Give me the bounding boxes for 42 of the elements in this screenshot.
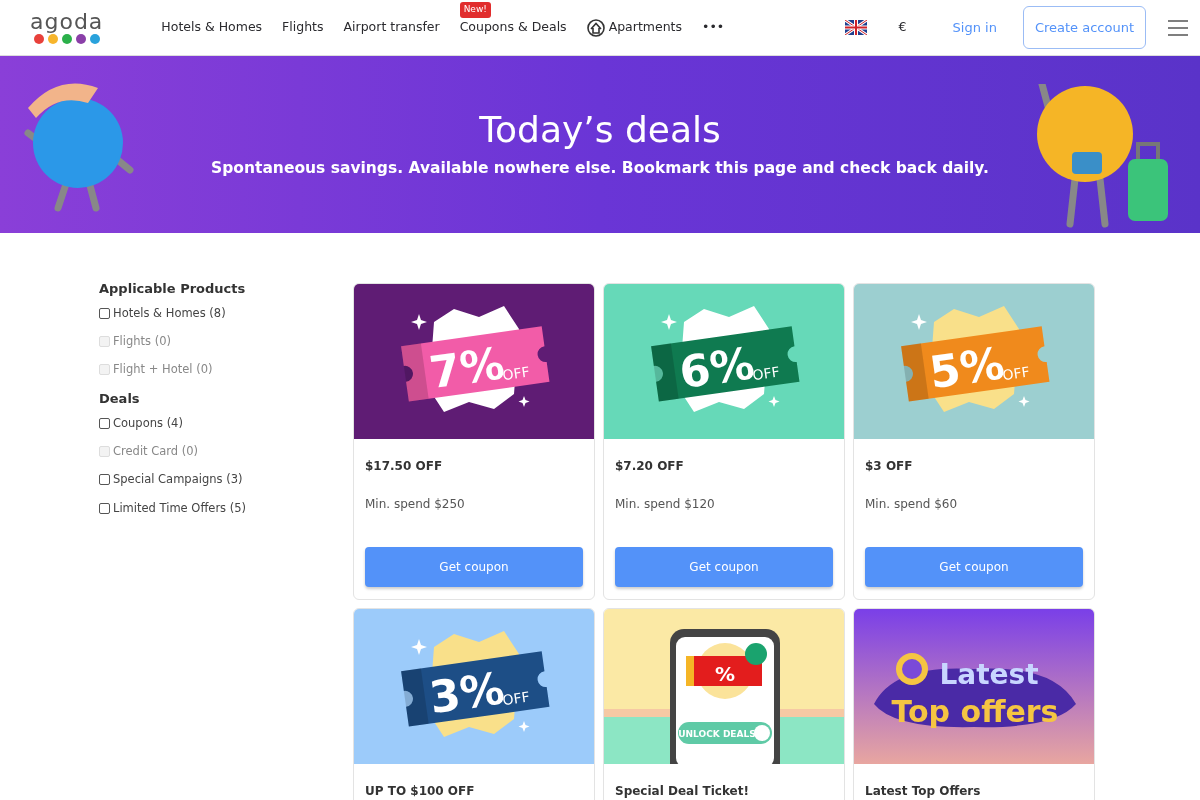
nav-link[interactable]: Apartments [586,18,682,37]
picture: % UNLOCK DEALS [604,609,844,764]
deal-title: Special Deal Ticket! [615,783,750,800]
nav-link[interactable]: Hotels & Homes [161,18,263,37]
page-title: Today’s deals [479,108,721,152]
nav-link[interactable]: Coupons & Deals [459,18,567,37]
filter-option[interactable]: Special Campaigns (3) [99,471,353,489]
min-spend-text: Min. spend $120 [615,496,716,513]
picture: Latest Top offers [854,609,1094,764]
deal-title: $7.20 OFF [615,458,685,475]
picture: 5% OFF [854,284,1094,439]
checkbox[interactable] [99,417,110,429]
deal-title: $17.50 OFF [365,458,444,475]
checkbox[interactable] [99,502,110,514]
filter-option: Flight + Hotel (0) [99,361,353,379]
filter-option[interactable]: Coupons (4) [99,414,353,432]
nav-link[interactable]: ••• [702,18,725,37]
filter-option: Flights (0) [99,332,353,350]
nav-link[interactable]: Airport transfer [343,18,440,37]
filter-option[interactable]: Limited Time Offers (5) [99,499,353,517]
picture: 6% OFF [604,284,844,439]
flag-icon[interactable] [844,20,867,35]
currency-selector[interactable]: € [898,18,907,37]
min-spend-text: Min. spend $60 [865,496,959,513]
menu-icon[interactable] [1168,18,1188,37]
logo[interactable]: agoda [30,10,104,45]
deal-title: UP TO $100 OFF [365,783,476,800]
min-spend-text: Min. spend $250 [365,496,466,513]
deal-title: Latest Top Offers [865,783,982,800]
filter-heading: Applicable Products [99,280,247,298]
picture: 7% OFF [354,284,594,439]
filter-heading: Deals [99,390,141,409]
checkbox[interactable] [99,474,110,486]
filter-option[interactable]: Hotels & Homes (8) [99,304,353,322]
page-subtitle: Spontaneous savings. Available nowhere else. Bookmark this page and check back daily. [211,158,989,180]
new-badge: New! [459,2,491,18]
nav-link[interactable]: Flights [282,18,324,37]
picture: 3% OFF [354,609,594,764]
house-icon [586,18,605,37]
deal-title: $3 OFF [865,458,914,475]
checkbox[interactable] [99,307,110,319]
filter-option: Credit Card (0) [99,443,353,461]
